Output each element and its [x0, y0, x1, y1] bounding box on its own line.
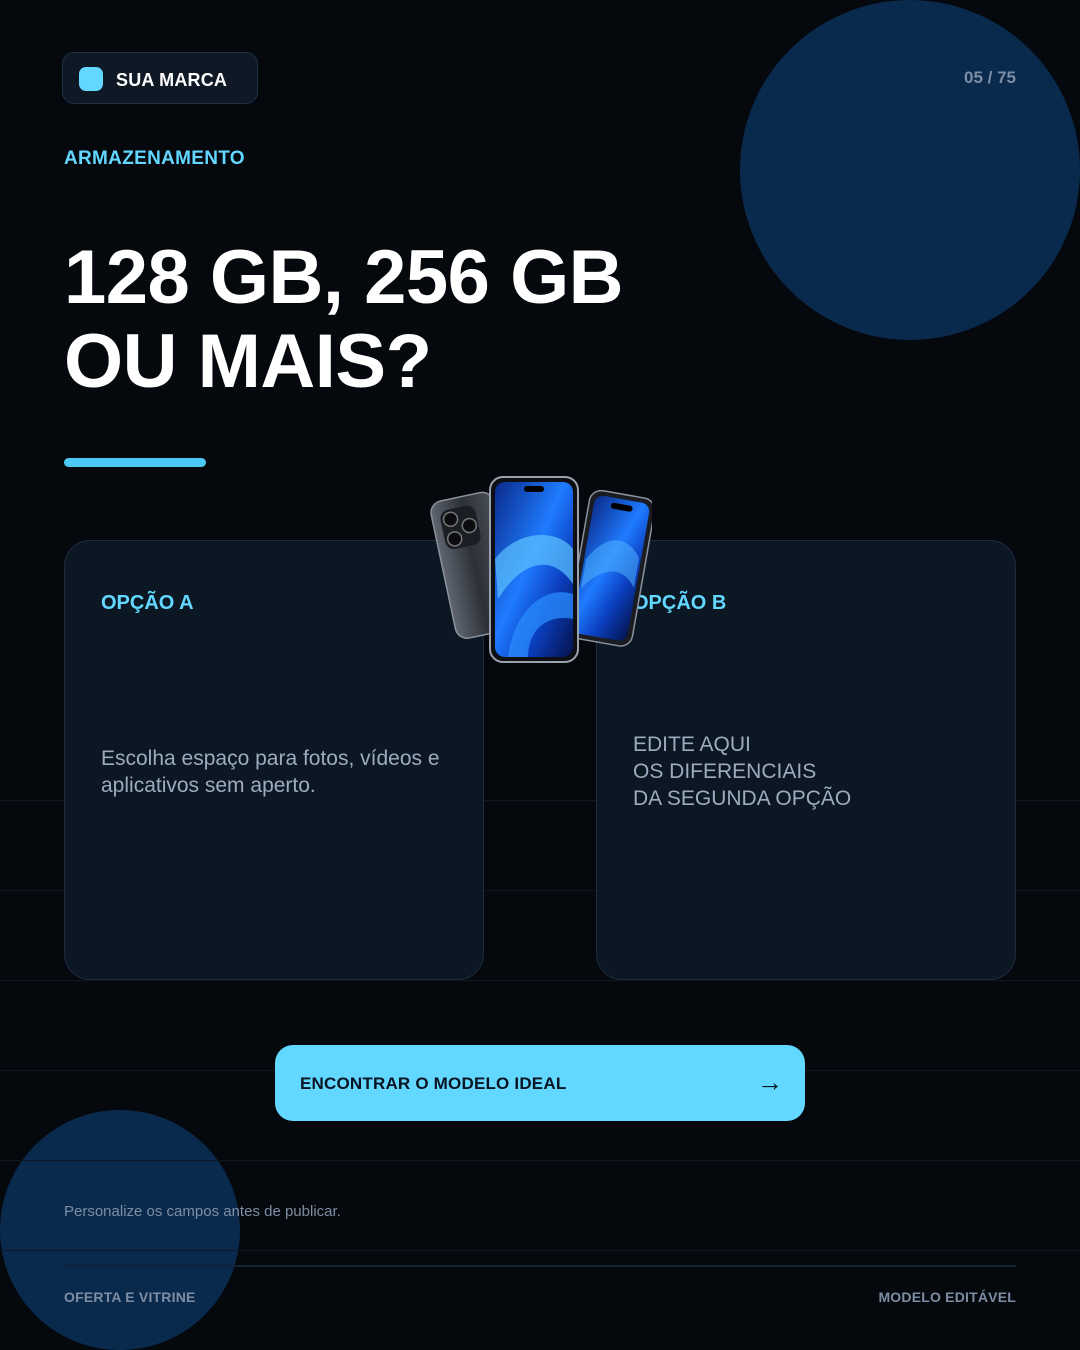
option-b-text: EDITE AQUI OS DIFERENCIAIS DA SEGUNDA OP…: [633, 733, 852, 810]
brand-square-icon: [79, 67, 103, 91]
brand-badge: SUA MARCA: [62, 52, 258, 104]
decor-circle-bottom-left: [0, 1110, 240, 1350]
background-rule: [0, 980, 1080, 981]
headline-line-2: OU MAIS?: [64, 319, 432, 404]
find-model-button[interactable]: ENCONTRAR O MODELO IDEAL →: [275, 1045, 805, 1121]
option-a-card: OPÇÃO A Escolha espaço para fotos, vídeo…: [64, 540, 484, 980]
option-b-card: OPÇÃO B EDITE AQUI OS DIFERENCIAIS DA SE…: [596, 540, 1016, 980]
find-model-button-label: ENCONTRAR O MODELO IDEAL: [300, 1074, 567, 1093]
footer-divider: [64, 1265, 1016, 1267]
smartphones-image: [430, 476, 652, 663]
section-eyebrow: ARMAZENAMENTO: [64, 148, 245, 169]
option-a-text: Escolha espaço para fotos, vídeos e apli…: [101, 747, 440, 797]
brand-label: SUA MARCA: [116, 70, 228, 90]
page-title: 128 GB, 256 GB OU MAIS?: [64, 236, 744, 404]
publish-note: Personalize os campos antes de publicar.: [64, 1203, 341, 1220]
footer-left-label: OFERTA E VITRINE: [64, 1289, 196, 1305]
headline-line-1: 128 GB, 256 GB: [64, 235, 624, 320]
option-a-title: OPÇÃO A: [101, 592, 194, 614]
decor-circle-top-right: [740, 0, 1080, 340]
footer-right-label: MODELO EDITÁVEL: [878, 1289, 1016, 1305]
arrow-right-icon: →: [757, 1067, 783, 1097]
background-rule: [0, 1250, 1080, 1251]
page-counter: 05 / 75: [964, 68, 1016, 87]
background-rule: [0, 1160, 1080, 1161]
accent-bar: [64, 458, 206, 467]
